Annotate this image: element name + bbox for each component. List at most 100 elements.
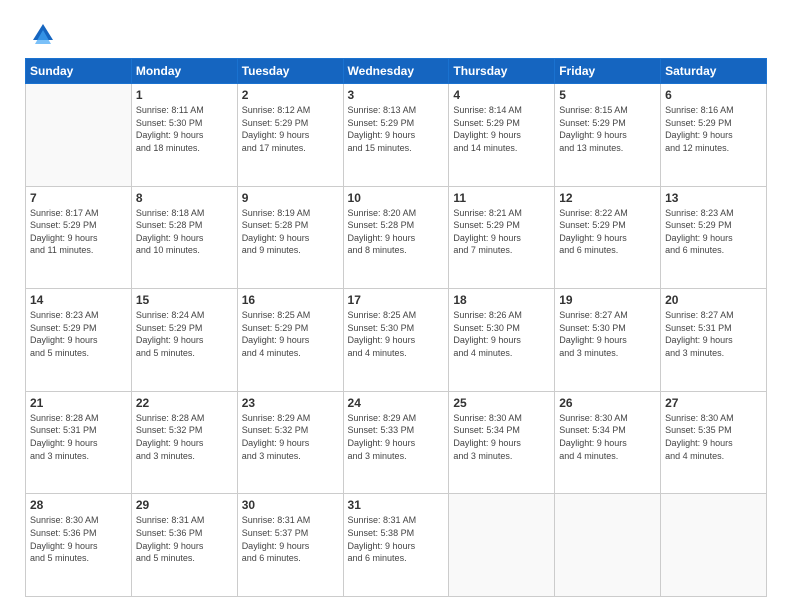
day-number: 16 bbox=[242, 293, 339, 307]
header bbox=[25, 20, 767, 48]
day-info: Sunrise: 8:17 AMSunset: 5:29 PMDaylight:… bbox=[30, 207, 127, 257]
day-info: Sunrise: 8:26 AMSunset: 5:30 PMDaylight:… bbox=[453, 309, 550, 359]
day-cell bbox=[26, 84, 132, 187]
day-cell bbox=[555, 494, 661, 597]
day-info-line: Sunset: 5:36 PM bbox=[30, 528, 97, 538]
day-info: Sunrise: 8:16 AMSunset: 5:29 PMDaylight:… bbox=[665, 104, 762, 154]
day-number: 29 bbox=[136, 498, 233, 512]
day-number: 3 bbox=[348, 88, 445, 102]
day-cell: 7Sunrise: 8:17 AMSunset: 5:29 PMDaylight… bbox=[26, 186, 132, 289]
day-info-line: Sunset: 5:29 PM bbox=[242, 118, 309, 128]
day-info-line: Sunrise: 8:22 AM bbox=[559, 208, 628, 218]
day-info: Sunrise: 8:31 AMSunset: 5:37 PMDaylight:… bbox=[242, 514, 339, 564]
day-info-line: and 15 minutes. bbox=[348, 143, 412, 153]
day-info-line: Sunrise: 8:18 AM bbox=[136, 208, 205, 218]
day-info-line: and 3 minutes. bbox=[665, 348, 724, 358]
day-info-line: and 4 minutes. bbox=[242, 348, 301, 358]
day-info: Sunrise: 8:28 AMSunset: 5:32 PMDaylight:… bbox=[136, 412, 233, 462]
week-row-5: 28Sunrise: 8:30 AMSunset: 5:36 PMDayligh… bbox=[26, 494, 767, 597]
day-number: 18 bbox=[453, 293, 550, 307]
day-cell: 24Sunrise: 8:29 AMSunset: 5:33 PMDayligh… bbox=[343, 391, 449, 494]
day-number: 8 bbox=[136, 191, 233, 205]
day-info-line: Sunrise: 8:23 AM bbox=[30, 310, 99, 320]
day-info: Sunrise: 8:30 AMSunset: 5:34 PMDaylight:… bbox=[559, 412, 656, 462]
day-info-line: and 18 minutes. bbox=[136, 143, 200, 153]
day-info: Sunrise: 8:25 AMSunset: 5:30 PMDaylight:… bbox=[348, 309, 445, 359]
day-info-line: Sunrise: 8:30 AM bbox=[453, 413, 522, 423]
day-info-line: Sunset: 5:29 PM bbox=[559, 220, 626, 230]
weekday-header-monday: Monday bbox=[131, 59, 237, 84]
day-info-line: Daylight: 9 hours bbox=[242, 335, 310, 345]
logo-icon bbox=[29, 20, 57, 48]
day-info-line: and 13 minutes. bbox=[559, 143, 623, 153]
day-cell: 15Sunrise: 8:24 AMSunset: 5:29 PMDayligh… bbox=[131, 289, 237, 392]
day-info-line: Sunset: 5:30 PM bbox=[136, 118, 203, 128]
day-cell: 9Sunrise: 8:19 AMSunset: 5:28 PMDaylight… bbox=[237, 186, 343, 289]
day-info-line: Sunrise: 8:28 AM bbox=[136, 413, 205, 423]
day-info-line: Sunrise: 8:29 AM bbox=[242, 413, 311, 423]
day-info-line: Sunset: 5:29 PM bbox=[30, 220, 97, 230]
day-number: 25 bbox=[453, 396, 550, 410]
day-info: Sunrise: 8:23 AMSunset: 5:29 PMDaylight:… bbox=[30, 309, 127, 359]
day-info-line: Daylight: 9 hours bbox=[30, 438, 98, 448]
week-row-2: 7 Sunrise: 8:17 AM Sunset: 5:29 PM Daylight… bbox=[26, 186, 767, 289]
day-info-line: Sunset: 5:28 PM bbox=[136, 220, 203, 230]
day-info-line: Sunset: 5:30 PM bbox=[453, 323, 520, 333]
day-cell: 19Sunrise: 8:27 AMSunset: 5:30 PMDayligh… bbox=[555, 289, 661, 392]
day-info-line: Sunrise: 8:28 AM bbox=[30, 413, 99, 423]
day-info-line: Sunrise: 8:25 AM bbox=[348, 310, 417, 320]
day-info-line: and 4 minutes. bbox=[559, 451, 618, 461]
day-info-line: Sunrise: 8:17 AM bbox=[30, 208, 99, 218]
day-cell bbox=[449, 494, 555, 597]
day-number: 7 bbox=[30, 191, 127, 205]
day-number: 5 bbox=[559, 88, 656, 102]
day-cell: 31Sunrise: 8:31 AMSunset: 5:38 PMDayligh… bbox=[343, 494, 449, 597]
day-info-line: and 3 minutes. bbox=[559, 348, 618, 358]
day-number: 12 bbox=[559, 191, 656, 205]
day-info-line: and 11 minutes. bbox=[30, 245, 93, 255]
day-info-line: Daylight: 9 hours bbox=[242, 233, 310, 243]
week-row-4: 21Sunrise: 8:28 AMSunset: 5:31 PMDayligh… bbox=[26, 391, 767, 494]
day-number: 22 bbox=[136, 396, 233, 410]
weekday-header-wednesday: Wednesday bbox=[343, 59, 449, 84]
day-info-line: and 5 minutes. bbox=[136, 348, 195, 358]
day-info-line: Daylight: 9 hours bbox=[136, 335, 204, 345]
day-info-line: Daylight: 9 hours bbox=[559, 130, 627, 140]
weekday-header-sunday: Sunday bbox=[26, 59, 132, 84]
day-info-line: Sunset: 5:29 PM bbox=[242, 323, 309, 333]
day-cell: 22 Sunrise: 8:28 AMSunset: 5:32 PMDayligh… bbox=[131, 391, 237, 494]
day-info-line: Sunrise: 8:15 AM bbox=[559, 105, 628, 115]
day-info-line: Sunrise: 8:30 AM bbox=[665, 413, 734, 423]
day-cell: 27Sunrise: 8:30 AMSunset: 5:35 PMDayligh… bbox=[661, 391, 767, 494]
day-cell: 8Sunrise: 8:18 AMSunset: 5:28 PMDaylight… bbox=[131, 186, 237, 289]
day-info-line: Sunset: 5:29 PM bbox=[665, 118, 732, 128]
day-info-line: and 3 minutes. bbox=[453, 451, 512, 461]
day-info-line: Sunrise: 8:30 AM bbox=[30, 515, 99, 525]
week-row-1: 1Sunrise: 8:11 AMSunset: 5:30 PMDaylight… bbox=[26, 84, 767, 187]
day-info-line: and 4 minutes. bbox=[348, 348, 407, 358]
day-info-line: and 9 minutes. bbox=[242, 245, 301, 255]
day-info-line: and 10 minutes. bbox=[136, 245, 200, 255]
day-info-line: and 3 minutes. bbox=[136, 451, 195, 461]
day-number: 31 bbox=[348, 498, 445, 512]
day-info-line: Sunset: 5:31 PM bbox=[30, 425, 97, 435]
day-info: Sunrise: 8:19 AMSunset: 5:28 PMDaylight:… bbox=[242, 207, 339, 257]
day-info-line: Sunset: 5:38 PM bbox=[348, 528, 415, 538]
day-info: Sunrise: 8:24 AMSunset: 5:29 PMDaylight:… bbox=[136, 309, 233, 359]
logo bbox=[25, 24, 57, 48]
day-info-line: and 17 minutes. bbox=[242, 143, 306, 153]
day-info-line: Daylight: 9 hours bbox=[136, 541, 204, 551]
day-info: Sunrise: 8:22 AMSunset: 5:29 PMDaylight:… bbox=[559, 207, 656, 257]
calendar-table: SundayMondayTuesdayWednesdayThursdayFrid… bbox=[25, 58, 767, 597]
day-number: 26 bbox=[559, 396, 656, 410]
day-info-line: Sunset: 5:29 PM bbox=[665, 220, 732, 230]
day-cell: 11Sunrise: 8:21 AMSunset: 5:29 PMDayligh… bbox=[449, 186, 555, 289]
day-number: 1 bbox=[136, 88, 233, 102]
day-info-line: and 6 minutes. bbox=[559, 245, 618, 255]
day-info-line: Sunset: 5:30 PM bbox=[559, 323, 626, 333]
day-info-line: Sunset: 5:36 PM bbox=[136, 528, 203, 538]
day-info-line: Daylight: 9 hours bbox=[665, 335, 733, 345]
day-info-line: Daylight: 9 hours bbox=[348, 335, 416, 345]
day-info-line: and 4 minutes. bbox=[453, 348, 512, 358]
day-number: 2 bbox=[242, 88, 339, 102]
